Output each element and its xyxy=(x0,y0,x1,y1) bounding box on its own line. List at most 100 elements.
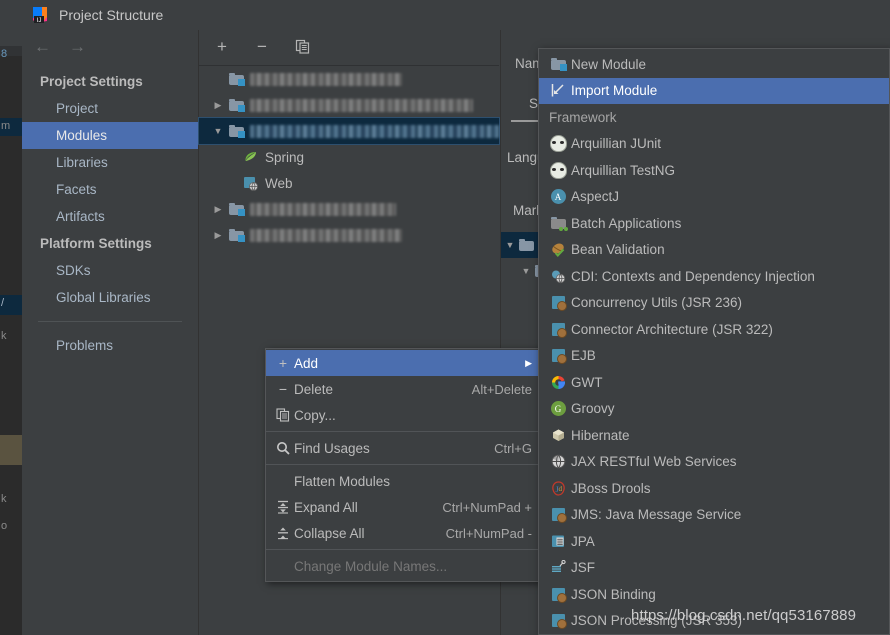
submenu-label: Arquillian TestNG xyxy=(571,162,676,178)
sidebar-item-sdks[interactable]: SDKs xyxy=(22,257,198,284)
plus-icon: + xyxy=(278,355,288,371)
sidebar-divider xyxy=(38,321,182,322)
sidebar-item-problems[interactable]: Problems xyxy=(22,332,198,359)
table-row[interactable]: Web xyxy=(199,170,499,196)
intellij-idea-logo-icon: IJ xyxy=(30,5,50,25)
submenu-item-concurrency-utils[interactable]: Concurrency Utils (JSR 236) xyxy=(539,290,889,317)
context-menu-shortcut: Ctrl+NumPad - xyxy=(445,525,532,541)
submenu-label: JBoss Drools xyxy=(571,480,651,496)
minus-icon: − xyxy=(278,381,288,397)
table-row[interactable]: ▶ xyxy=(199,92,499,118)
tree-twisty-expanded-icon[interactable]: ▼ xyxy=(517,266,535,276)
context-menu-item-expand-all[interactable]: Expand All Ctrl+NumPad + xyxy=(266,494,540,520)
tree-twisty-collapsed-icon[interactable]: ▶ xyxy=(209,100,227,111)
submenu-item-jms[interactable]: JMS: Java Message Service xyxy=(539,502,889,529)
table-row[interactable]: ▼ xyxy=(198,117,500,145)
svg-text:d: d xyxy=(558,485,562,493)
submenu-item-gwt[interactable]: GWT xyxy=(539,369,889,396)
submenu-label: Concurrency Utils (JSR 236) xyxy=(571,295,743,311)
jsf-icon xyxy=(545,560,571,575)
submenu-item-jsf[interactable]: JSF xyxy=(539,555,889,582)
context-menu-separator xyxy=(266,549,540,550)
context-menu-item-change-module-names: Change Module Names... xyxy=(266,553,540,579)
submenu-item-jpa[interactable]: JPA xyxy=(539,528,889,555)
tree-twisty-expanded-icon[interactable]: ▼ xyxy=(501,240,519,250)
sidebar-item-artifacts[interactable]: Artifacts xyxy=(22,203,198,230)
arrow-right-icon[interactable]: → xyxy=(69,38,86,55)
hibernate-icon xyxy=(545,428,571,443)
context-menu-label: Flatten Modules xyxy=(294,473,391,489)
bean-validation-icon xyxy=(545,242,571,258)
context-menu-item-collapse-all[interactable]: Collapse All Ctrl+NumPad - xyxy=(266,520,540,546)
context-menu-item-copy[interactable]: Copy... xyxy=(266,402,540,428)
tree-twisty-collapsed-icon[interactable]: ▶ xyxy=(209,204,227,215)
submenu-label: JPA xyxy=(571,533,595,549)
import-module-icon xyxy=(545,83,571,98)
javaee-icon xyxy=(545,322,571,338)
submenu-label: Connector Architecture (JSR 322) xyxy=(571,321,773,337)
context-menu-shortcut: Ctrl+G xyxy=(494,440,532,456)
submenu-item-arquillian-junit[interactable]: Arquillian JUnit xyxy=(539,131,889,158)
submenu-item-ejb[interactable]: EJB xyxy=(539,343,889,370)
context-menu-shortcut: Ctrl+NumPad + xyxy=(442,499,532,515)
context-menu-label: Add xyxy=(294,355,319,371)
submenu-item-jboss-drools[interactable]: J d JBoss Drools xyxy=(539,475,889,502)
submenu-label: Groovy xyxy=(571,401,615,417)
submenu-item-cdi[interactable]: CDI: Contexts and Dependency Injection xyxy=(539,263,889,290)
sidebar-item-libraries[interactable]: Libraries xyxy=(22,149,198,176)
context-menu-item-add[interactable]: + Add ▶ xyxy=(266,350,540,376)
table-row[interactable]: Spring xyxy=(199,144,499,170)
submenu-item-groovy[interactable]: G Groovy xyxy=(539,396,889,423)
submenu-item-arquillian-testng[interactable]: Arquillian TestNG xyxy=(539,157,889,184)
submenu-item-jax-restful-web-services[interactable]: JAX RESTful Web Services xyxy=(539,449,889,476)
table-row[interactable]: ▶ xyxy=(199,222,499,248)
context-menu-separator xyxy=(266,464,540,465)
minus-icon[interactable]: − xyxy=(253,38,271,56)
plus-icon[interactable]: + xyxy=(213,38,231,56)
groovy-icon: G xyxy=(545,401,571,417)
context-menu-label: Change Module Names... xyxy=(294,558,448,574)
submenu-label: Import Module xyxy=(571,83,658,99)
context-menu-label: Expand All xyxy=(294,499,358,515)
dialog-titlebar: IJ Project Structure xyxy=(22,0,890,30)
context-menu-label: Delete xyxy=(294,381,334,397)
table-row[interactable] xyxy=(199,66,499,92)
search-icon xyxy=(272,441,294,455)
context-menu-item-delete[interactable]: − Delete Alt+Delete xyxy=(266,376,540,402)
table-row[interactable]: ▶ xyxy=(199,196,499,222)
arquillian-icon xyxy=(545,161,571,179)
context-menu-item-flatten-modules[interactable]: Flatten Modules xyxy=(266,468,540,494)
background-ide-window: 8 m / k k o xyxy=(0,0,23,635)
submenu-item-aspectj[interactable]: A AspectJ xyxy=(539,184,889,211)
arrow-left-icon[interactable]: ← xyxy=(34,38,51,55)
sidebar-item-project[interactable]: Project xyxy=(22,95,198,122)
javaee-icon xyxy=(545,349,571,365)
copy-icon[interactable] xyxy=(293,38,311,56)
submenu-item-new-module[interactable]: New Module xyxy=(539,51,889,78)
context-menu-item-find-usages[interactable]: Find Usages Ctrl+G xyxy=(266,435,540,461)
tree-twisty-collapsed-icon[interactable]: ▶ xyxy=(209,230,227,241)
cdi-icon xyxy=(545,269,571,284)
submenu-item-bean-validation[interactable]: Bean Validation xyxy=(539,237,889,264)
new-module-icon xyxy=(545,58,571,72)
sidebar-item-facets[interactable]: Facets xyxy=(22,176,198,203)
submenu-item-batch-applications[interactable]: Batch Applications xyxy=(539,210,889,237)
jpa-icon xyxy=(545,534,571,549)
submenu-item-json-binding[interactable]: JSON Binding xyxy=(539,581,889,608)
submenu-label: Bean Validation xyxy=(571,242,665,258)
sidebar-group-project-settings: Project Settings xyxy=(40,74,143,89)
javaee-icon xyxy=(545,587,571,603)
submenu-item-connector-architecture[interactable]: Connector Architecture (JSR 322) xyxy=(539,316,889,343)
sidebar-item-modules[interactable]: Modules xyxy=(22,122,198,149)
submenu-item-import-module[interactable]: Import Module xyxy=(539,77,889,104)
context-menu-label: Collapse All xyxy=(294,525,365,541)
sidebar-item-global-libraries[interactable]: Global Libraries xyxy=(22,284,198,311)
submenu-label: Batch Applications xyxy=(571,215,682,231)
tree-twisty-expanded-icon[interactable]: ▼ xyxy=(209,126,227,136)
submenu-label: New Module xyxy=(571,56,647,72)
arquillian-icon xyxy=(545,135,571,153)
module-name-blurred xyxy=(250,228,402,242)
submenu-item-hibernate[interactable]: Hibernate xyxy=(539,422,889,449)
add-submenu: New Module Import Module Framework Arqui… xyxy=(538,48,890,635)
submenu-label: Arquillian JUnit xyxy=(571,136,662,152)
